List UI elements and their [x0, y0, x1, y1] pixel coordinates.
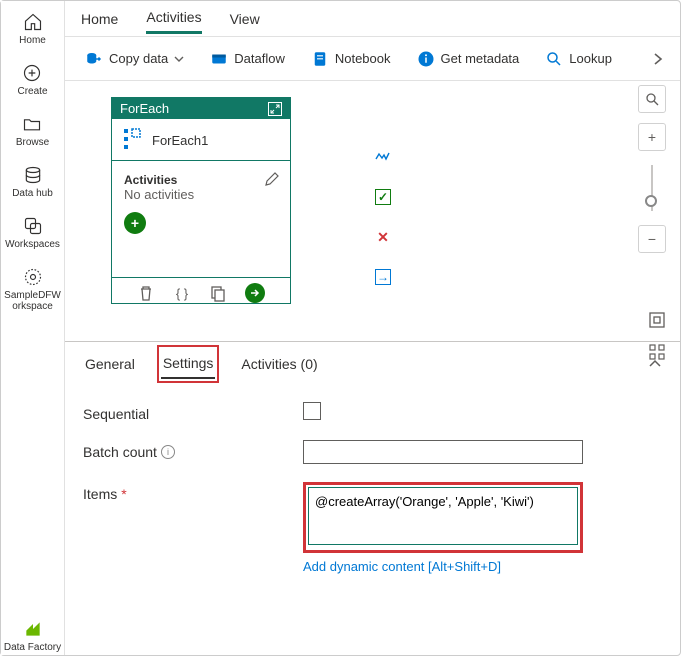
home-icon — [22, 11, 44, 33]
success-marker-icon: ✓ — [375, 189, 391, 205]
activities-label: Activities — [124, 173, 278, 187]
notebook-button[interactable]: Notebook — [301, 44, 401, 74]
items-highlight-box — [303, 482, 583, 553]
sidebar-item-label: Workspaces — [5, 239, 60, 250]
batch-count-input[interactable] — [303, 440, 583, 464]
zoom-in-button[interactable]: + — [638, 123, 666, 151]
sidebar-item-sample-workspace[interactable]: SampleDFW orkspace — [1, 264, 64, 314]
sidebar-item-workspaces[interactable]: Workspaces — [3, 213, 62, 252]
chevron-up-icon — [648, 359, 662, 369]
sidebar-item-label: Browse — [16, 137, 49, 148]
sidebar-item-datafactory[interactable]: Data Factory — [2, 616, 63, 655]
folder-icon — [21, 113, 43, 135]
run-icon[interactable] — [245, 283, 265, 303]
expand-icon[interactable] — [268, 102, 282, 116]
sidebar-item-label: Create — [17, 86, 47, 97]
chevron-right-icon — [653, 52, 663, 66]
main-area: Home Activities View Copy data Dataflow … — [65, 1, 680, 655]
foreach-activity-node[interactable]: ForEach ForEach1 Activities No activitie… — [111, 97, 291, 304]
batch-count-label: Batch count — [83, 444, 157, 460]
tab-home[interactable]: Home — [81, 5, 118, 33]
copy-data-button[interactable]: Copy data — [75, 44, 194, 74]
copy-icon[interactable] — [209, 284, 227, 302]
top-tabs: Home Activities View — [65, 1, 680, 37]
workspace-circle-icon — [22, 266, 44, 288]
zoom-controls: + − — [638, 85, 666, 253]
activities-sub-label: No activities — [124, 187, 278, 202]
items-input[interactable] — [308, 487, 578, 545]
properties-panel: General Settings Activities (0) Sequenti… — [65, 341, 680, 655]
dataflow-icon — [210, 50, 228, 68]
canvas-side-markers: ✓ ✕ → — [375, 149, 391, 285]
zoom-slider[interactable] — [651, 165, 653, 211]
toolbar-label: Dataflow — [234, 51, 285, 66]
plus-circle-icon — [21, 62, 43, 84]
data-factory-icon — [22, 618, 44, 640]
code-icon[interactable]: { } — [173, 284, 191, 302]
canvas-search-button[interactable] — [638, 85, 666, 113]
dataflow-button[interactable]: Dataflow — [200, 44, 295, 74]
lookup-button[interactable]: Lookup — [535, 44, 622, 74]
copy-data-icon — [85, 50, 103, 68]
items-row: Items * Add dynamic content [Alt+Shift+D… — [83, 482, 662, 574]
sidebar-item-label: Data Factory — [4, 642, 61, 653]
toolbar-label: Notebook — [335, 51, 391, 66]
skip-marker-icon: → — [375, 269, 391, 285]
left-sidebar: Home Create Browse Data hub Workspaces S… — [1, 1, 65, 655]
tab-activities[interactable]: Activities — [146, 3, 201, 34]
chevron-down-icon — [174, 54, 184, 64]
sidebar-item-label: Home — [19, 35, 46, 46]
tab-general[interactable]: General — [83, 350, 137, 378]
pipeline-canvas[interactable]: ForEach ForEach1 Activities No activitie… — [65, 81, 680, 341]
required-asterisk: * — [121, 486, 126, 502]
add-activity-button[interactable]: + — [124, 212, 146, 234]
tab-activities-count[interactable]: Activities (0) — [239, 350, 319, 378]
sidebar-item-datahub[interactable]: Data hub — [10, 162, 55, 201]
sidebar-item-label: Data hub — [12, 188, 53, 199]
pencil-icon[interactable] — [264, 171, 280, 187]
activity-marker-icon — [375, 149, 391, 165]
tab-settings[interactable]: Settings — [161, 349, 216, 379]
toolbar-label: Get metadata — [441, 51, 520, 66]
sidebar-item-browse[interactable]: Browse — [14, 111, 51, 150]
notebook-icon — [311, 50, 329, 68]
properties-tabs: General Settings Activities (0) — [83, 342, 662, 386]
sidebar-item-create[interactable]: Create — [15, 60, 49, 99]
database-icon — [22, 164, 44, 186]
tab-view[interactable]: View — [230, 5, 260, 33]
sidebar-item-label: SampleDFW orkspace — [3, 290, 62, 312]
info-icon[interactable]: i — [161, 445, 175, 459]
zoom-out-button[interactable]: − — [638, 225, 666, 253]
get-metadata-button[interactable]: Get metadata — [407, 44, 530, 74]
sequential-label: Sequential — [83, 406, 149, 422]
sequential-checkbox[interactable] — [303, 402, 321, 420]
foreach-icon — [122, 127, 142, 153]
node-header: ForEach — [112, 98, 290, 119]
info-icon — [417, 50, 435, 68]
node-title-row: ForEach1 — [112, 119, 290, 161]
search-icon — [545, 50, 563, 68]
collapse-panel-button[interactable] — [648, 356, 662, 372]
sequential-row: Sequential — [83, 402, 662, 422]
toolbar-label: Lookup — [569, 51, 612, 66]
sidebar-item-home[interactable]: Home — [17, 9, 48, 48]
fail-marker-icon: ✕ — [375, 229, 391, 245]
node-activities-box[interactable]: Activities No activities + — [111, 160, 291, 278]
toolbar-label: Copy data — [109, 51, 168, 66]
delete-icon[interactable] — [137, 284, 155, 302]
settings-body: Sequential Batch count i Items * — [83, 386, 662, 608]
zoom-thumb[interactable] — [645, 195, 657, 207]
add-dynamic-content-link[interactable]: Add dynamic content [Alt+Shift+D] — [303, 559, 583, 574]
node-name-label: ForEach1 — [152, 133, 208, 148]
fit-screen-icon[interactable] — [648, 311, 666, 329]
batch-count-row: Batch count i — [83, 440, 662, 464]
workspaces-icon — [22, 215, 44, 237]
toolbar-more-button[interactable] — [646, 52, 670, 66]
items-label: Items — [83, 486, 117, 502]
node-toolbar: { } — [112, 277, 290, 303]
activities-toolbar: Copy data Dataflow Notebook Get metadata — [65, 37, 680, 81]
node-type-label: ForEach — [120, 101, 169, 116]
